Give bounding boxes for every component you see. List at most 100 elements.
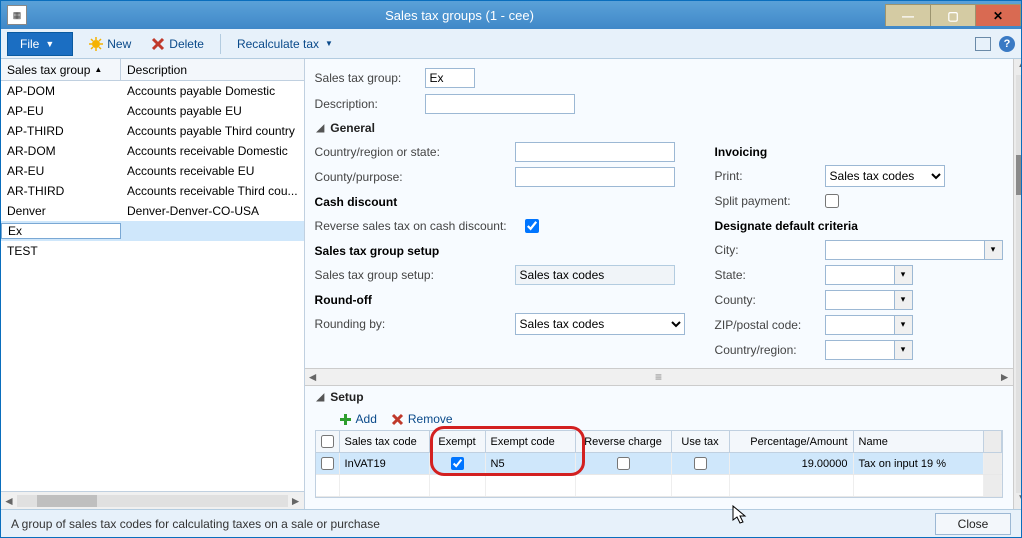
list-col-description[interactable]: Description (121, 63, 304, 77)
close-window-button[interactable]: ✕ (975, 4, 1021, 26)
maximize-button[interactable]: ▢ (930, 4, 976, 26)
scroll-left-icon[interactable]: ◄ (1, 494, 17, 508)
list-row[interactable]: AR-EUAccounts receivable EU (1, 161, 304, 181)
detail-v-scrollbar[interactable]: ▲ ▼ (1013, 59, 1021, 509)
table-row[interactable] (316, 475, 1002, 497)
setup-section-header[interactable]: ◢ Setup (317, 390, 1003, 404)
reverse-cash-label: Reverse sales tax on cash discount: (315, 219, 525, 233)
list-row[interactable]: DenverDenver-Denver-CO-USA (1, 201, 304, 221)
title-bar: ▦ Sales tax groups (1 - cee) — ▢ ✕ (1, 1, 1021, 29)
roundoff-header: Round-off (315, 293, 685, 307)
cell-exempt-code: N5 (486, 453, 576, 474)
command-bar: File ▼ New Delete Recalculate tax ? (1, 29, 1021, 59)
list-cell-desc: Accounts receivable Third cou... (121, 184, 304, 198)
app-icon: ▦ (7, 5, 27, 25)
scroll-thumb[interactable] (1016, 155, 1021, 195)
county-input[interactable] (825, 290, 895, 310)
list-row[interactable]: AP-DOMAccounts payable Domestic (1, 81, 304, 101)
select-all-checkbox[interactable] (321, 435, 334, 448)
list-row[interactable]: Ex (1, 221, 304, 241)
scroll-thumb[interactable] (37, 495, 97, 507)
list-cell-code: AP-THIRD (1, 124, 121, 138)
print-select[interactable]: Sales tax codes (825, 165, 945, 187)
col-reverse-charge[interactable]: Reverse charge (576, 431, 672, 452)
split-payment-checkbox[interactable] (825, 194, 839, 208)
list-col-sales-tax-group[interactable]: Sales tax group ▲ (1, 59, 121, 80)
col-use-tax[interactable]: Use tax (672, 431, 730, 452)
add-button[interactable]: Add (339, 412, 377, 426)
country-dropdown-icon[interactable]: ▾ (895, 340, 913, 360)
remove-x-icon (391, 413, 404, 426)
col-exempt[interactable]: Exempt (430, 431, 486, 452)
scroll-up-icon[interactable]: ▲ (1017, 59, 1021, 75)
list-row[interactable]: AP-EUAccounts payable EU (1, 101, 304, 121)
reverse-charge-checkbox[interactable] (617, 457, 630, 470)
close-button[interactable]: Close (935, 513, 1011, 535)
country-input[interactable] (825, 340, 895, 360)
cell-percentage: 19.00000 (730, 453, 854, 474)
county-purpose-input[interactable] (515, 167, 675, 187)
menu-separator (220, 34, 221, 54)
list-cell-code: Denver (1, 204, 121, 218)
city-dropdown-icon[interactable]: ▾ (985, 240, 1003, 260)
setup-section-label: Setup (330, 390, 363, 404)
state-dropdown-icon[interactable]: ▾ (895, 265, 913, 285)
detail-panel: Sales tax group: Description: ◢ General (305, 59, 1021, 509)
setup-value: Sales tax codes (515, 265, 675, 285)
remove-button[interactable]: Remove (391, 412, 453, 426)
exempt-checkbox[interactable] (451, 457, 464, 470)
city-input[interactable] (825, 240, 985, 260)
list-cell-desc: Accounts receivable EU (121, 164, 304, 178)
col-exempt-code[interactable]: Exempt code (486, 431, 576, 452)
use-tax-checkbox[interactable] (694, 457, 707, 470)
new-label: New (107, 37, 131, 51)
chevron-down-icon: ▼ (45, 39, 54, 49)
row-select-checkbox[interactable] (321, 457, 334, 470)
help-icon[interactable]: ? (999, 36, 1015, 52)
view-toggle-icon[interactable] (975, 37, 991, 51)
scroll-left-icon[interactable]: ◄ (305, 370, 321, 384)
delete-x-icon (151, 37, 165, 51)
collapse-icon: ◢ (317, 392, 325, 403)
list-row[interactable]: AR-DOMAccounts receivable Domestic (1, 141, 304, 161)
state-input[interactable] (825, 265, 895, 285)
recalculate-tax-menu[interactable]: Recalculate tax (233, 35, 337, 53)
general-section-header[interactable]: ◢ General (317, 121, 1003, 135)
list-h-scrollbar[interactable]: ◄ ► (1, 491, 304, 509)
detail-h-scrollbar[interactable]: ◄ ≡ ► (305, 368, 1013, 386)
sun-icon (89, 37, 103, 51)
reverse-cash-checkbox[interactable] (525, 219, 539, 233)
country-label: Country/region: (715, 343, 825, 357)
minimize-button[interactable]: — (885, 4, 931, 26)
scroll-down-icon[interactable]: ▼ (1017, 493, 1021, 509)
scroll-right-icon[interactable]: ► (997, 370, 1013, 384)
sales-tax-group-input[interactable] (425, 68, 475, 88)
col-sales-tax-code[interactable]: Sales tax code (340, 431, 430, 452)
status-message: A group of sales tax codes for calculati… (11, 517, 923, 531)
new-button[interactable]: New (85, 35, 135, 53)
list-row[interactable]: TEST (1, 241, 304, 261)
col-name[interactable]: Name (854, 431, 984, 452)
zip-dropdown-icon[interactable]: ▾ (895, 315, 913, 335)
designate-header: Designate default criteria (715, 219, 1003, 233)
rounding-by-select[interactable]: Sales tax codes (515, 313, 685, 335)
county-dropdown-icon[interactable]: ▾ (895, 290, 913, 310)
print-label: Print: (715, 169, 825, 183)
cell-name: Tax on input 19 % (854, 453, 984, 474)
list-row[interactable]: AR-THIRDAccounts receivable Third cou... (1, 181, 304, 201)
table-row[interactable]: InVAT19 N5 19.00000 Tax on input 19 % (316, 453, 1002, 475)
file-menu-label: File (20, 37, 39, 51)
col-percentage[interactable]: Percentage/Amount (730, 431, 854, 452)
delete-button[interactable]: Delete (147, 35, 208, 53)
description-input[interactable] (425, 94, 575, 114)
scroll-right-icon[interactable]: ► (288, 494, 304, 508)
country-region-state-input[interactable] (515, 142, 675, 162)
zip-input[interactable] (825, 315, 895, 335)
list-panel: Sales tax group ▲ Description AP-DOMAcco… (1, 59, 305, 509)
collapse-icon: ◢ (317, 123, 325, 134)
list-cell-code: AP-DOM (1, 84, 121, 98)
list-cell-code: Ex (1, 223, 121, 239)
list-row[interactable]: AP-THIRDAccounts payable Third country (1, 121, 304, 141)
file-menu[interactable]: File ▼ (7, 32, 73, 56)
list-cell-code: AP-EU (1, 104, 121, 118)
